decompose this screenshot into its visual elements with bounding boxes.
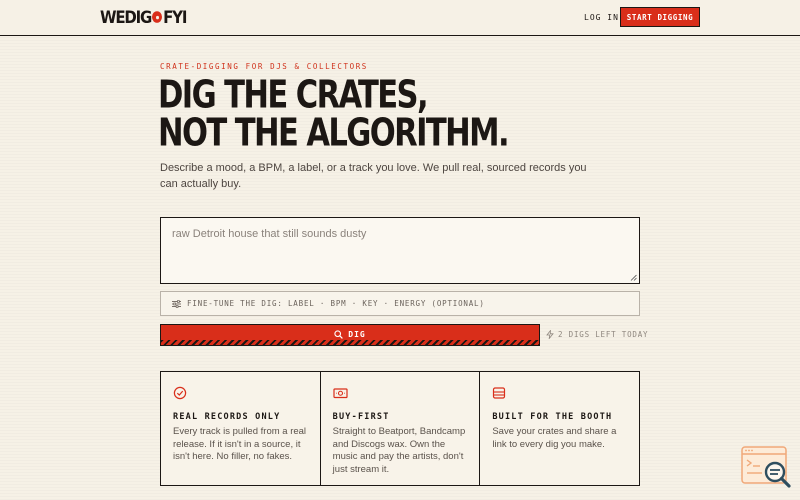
- feature-buy-first: BUY-FIRST Straight to Beatport, Bandcamp…: [321, 372, 481, 485]
- features-panel: REAL RECORDS ONLY Every track is pulled …: [160, 371, 640, 486]
- finetune-label: FINE-TUNE THE DIG: LABEL · BPM · KEY · E…: [187, 299, 485, 308]
- logo-text-right: FYI: [163, 6, 187, 28]
- feature-title: BUY-FIRST: [332, 412, 390, 422]
- floating-search-widget-icon[interactable]: [740, 445, 792, 490]
- money-icon: [333, 388, 348, 399]
- page-title: DIG THE CRATES, NOT THE ALGORITHM.: [158, 72, 510, 156]
- logo[interactable]: WEDIG FYI: [100, 6, 187, 28]
- sliders-icon: [172, 299, 181, 308]
- finetune-toggle[interactable]: FINE-TUNE THE DIG: LABEL · BPM · KEY · E…: [160, 291, 640, 316]
- headline-line-1: DIG THE CRATES,: [158, 72, 429, 118]
- resize-handle-icon[interactable]: [630, 274, 637, 281]
- crate-icon: [493, 387, 506, 399]
- headline-line-2: NOT THE ALGORITHM.: [158, 110, 510, 156]
- eyebrow-text: CRATE-DIGGING FOR DJS & COLLECTORS: [160, 62, 368, 71]
- dig-query-input[interactable]: raw Detroit house that still sounds dust…: [160, 217, 640, 284]
- logo-text-left: WEDIG: [100, 6, 152, 28]
- login-link[interactable]: LOG IN: [584, 13, 619, 22]
- feature-body: Every track is pulled from a real releas…: [173, 426, 307, 462]
- digs-remaining: 2 DIGS LEFT TODAY: [546, 330, 648, 339]
- check-circle-icon: [173, 386, 187, 400]
- dig-query-placeholder: raw Detroit house that still sounds dust…: [172, 228, 367, 240]
- dig-button-label: DIG: [348, 329, 366, 339]
- feature-booth: BUILT FOR THE BOOTH Save your crates and…: [480, 372, 639, 485]
- feature-title: BUILT FOR THE BOOTH: [492, 412, 613, 422]
- dig-button[interactable]: DIG: [160, 324, 540, 346]
- start-digging-button[interactable]: START DIGGING: [620, 7, 700, 27]
- bolt-icon: [546, 330, 554, 339]
- feature-body: Straight to Beatport, Bandcamp and Disco…: [332, 426, 466, 475]
- site-header: WEDIG FYI LOG IN START DIGGING: [0, 0, 800, 36]
- record-disc-icon: [152, 11, 163, 23]
- feature-body: Save your crates and share a link to eve…: [492, 426, 617, 450]
- feature-title: REAL RECORDS ONLY: [173, 412, 281, 422]
- search-icon: [334, 329, 344, 339]
- feature-real-records: REAL RECORDS ONLY Every track is pulled …: [161, 372, 321, 485]
- digs-remaining-text: 2 DIGS LEFT TODAY: [558, 330, 649, 339]
- hero-subtitle: Describe a mood, a BPM, a label, or a tr…: [160, 162, 587, 190]
